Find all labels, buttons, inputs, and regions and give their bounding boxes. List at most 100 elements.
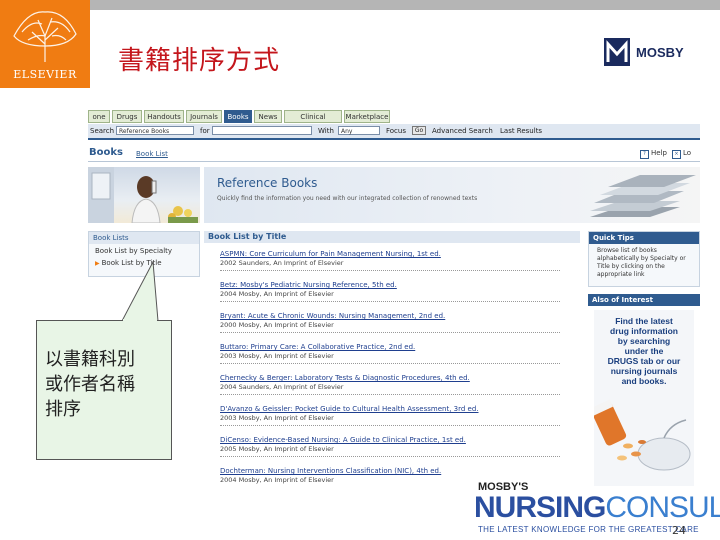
ad-line: and books. xyxy=(621,376,667,386)
book-title-link[interactable]: D'Avanzo & Geissler: Pocket Guide to Cul… xyxy=(220,405,560,413)
pills-mouse-illustration xyxy=(594,399,691,471)
tab-home[interactable]: one xyxy=(88,110,110,123)
tab-handouts[interactable]: Handouts xyxy=(144,110,184,123)
search-bar: Search Reference Books for With Any Focu… xyxy=(88,124,700,140)
book-list-link[interactable]: Book List xyxy=(136,150,168,158)
search-with-label: With xyxy=(318,127,334,135)
divider xyxy=(220,301,560,302)
ad-line: Find the latest xyxy=(615,316,673,326)
embedded-screenshot: one Drugs Handouts Journals Books News C… xyxy=(88,107,700,490)
books-heading: Books xyxy=(89,147,123,158)
elsevier-wordmark: ELSEVIER xyxy=(13,68,77,81)
divider xyxy=(220,270,560,271)
tab-books[interactable]: Books xyxy=(224,110,252,123)
nc-tagline: THE LATEST KNOWLEDGE FOR THE GREATEST CA… xyxy=(478,525,699,534)
divider xyxy=(220,332,560,333)
search-with-select[interactable]: Any xyxy=(338,126,380,135)
search-focus-label: Focus xyxy=(386,127,406,135)
ad-line: nursing journals xyxy=(610,366,678,376)
book-stack-icon xyxy=(590,175,696,217)
book-lists-panel: Book Lists Book List by Specialty ▶ Book … xyxy=(88,231,200,277)
search-go-button[interactable]: Go xyxy=(412,126,426,135)
book-title-link[interactable]: Betz: Mosby's Pediatric Nursing Referenc… xyxy=(220,281,560,289)
elsevier-logo: ELSEVIER xyxy=(0,0,90,88)
book-title-link[interactable]: DiCenso: Evidence-Based Nursing: A Guide… xyxy=(220,436,560,444)
list-item: Buttaro: Primary Care: A Collaborative P… xyxy=(220,343,560,364)
advanced-search-link[interactable]: Advanced Search xyxy=(432,126,493,136)
also-of-interest-header: Also of Interest xyxy=(588,294,700,306)
book-list-by-title-header: Book List by Title xyxy=(204,231,580,243)
book-list-specialty-label: Book List by Specialty xyxy=(95,247,173,255)
nc-wordmark: NURSINGCONSULT xyxy=(474,491,720,525)
logout-label: Lo xyxy=(683,149,692,157)
book-title-link[interactable]: Dochterman: Nursing Interventions Classi… xyxy=(220,467,560,475)
banner-subtitle: Quickly find the information you need wi… xyxy=(217,195,478,202)
book-lists-title: Book Lists xyxy=(89,232,199,244)
tab-marketplace[interactable]: Marketplace xyxy=(344,110,390,123)
search-input[interactable] xyxy=(212,126,312,135)
books-header-row: Books Book List ? Help × Lo xyxy=(88,145,700,162)
book-title-link[interactable]: Bryant: Acute & Chronic Wounds: Nursing … xyxy=(220,312,560,320)
slide-title: 書籍排序方式 xyxy=(118,46,281,76)
list-item: Bryant: Acute & Chronic Wounds: Nursing … xyxy=(220,312,560,333)
list-item: D'Avanzo & Geissler: Pocket Guide to Cul… xyxy=(220,405,560,426)
tab-clinical-updates[interactable]: Clinical Updates xyxy=(284,110,342,134)
quick-tips-panel: Quick Tips Browse list of books alphabet… xyxy=(588,231,700,287)
drug-info-ad[interactable]: Find the latest drug information by sear… xyxy=(594,310,694,486)
list-item: DiCenso: Evidence-Based Nursing: A Guide… xyxy=(220,436,560,457)
nc-word-consult: CONSULT xyxy=(605,491,720,524)
callout-line: 或作者名稱 xyxy=(45,374,135,395)
divider xyxy=(220,456,560,457)
reference-books-banner: Reference Books Quickly find the informa… xyxy=(204,167,700,223)
help-button[interactable]: ? Help xyxy=(640,149,667,159)
book-publisher: 2003 Mosby, An Imprint of Elsevier xyxy=(220,352,334,360)
divider xyxy=(220,363,560,364)
book-title-link[interactable]: ASPMN: Core Curriculum for Pain Manageme… xyxy=(220,250,560,258)
book-title-link[interactable]: Chernecky & Berger: Laboratory Tests & D… xyxy=(220,374,560,382)
mosby-logo: MOSBY xyxy=(604,38,704,66)
quick-tips-title: Quick Tips xyxy=(589,232,699,244)
tab-drugs[interactable]: Drugs xyxy=(112,110,142,123)
mosby-wordmark: MOSBY xyxy=(636,45,684,60)
annotation-callout: 以書籍科別 或作者名稱 排序 xyxy=(36,320,172,460)
ad-line: DRUGS tab or our xyxy=(607,356,681,366)
search-label: Search xyxy=(90,127,115,135)
logout-button[interactable]: × Lo xyxy=(672,149,691,159)
ad-line: drug information xyxy=(610,326,678,336)
mosby-m-icon xyxy=(604,38,630,66)
list-item: Betz: Mosby's Pediatric Nursing Referenc… xyxy=(220,281,560,302)
quick-tips-text: Browse list of books alphabetically by S… xyxy=(597,247,686,278)
list-item: ASPMN: Core Curriculum for Pain Manageme… xyxy=(220,250,560,271)
ad-line: by searching xyxy=(617,336,671,346)
callout-line: 排序 xyxy=(45,399,81,420)
book-title-link[interactable]: Buttaro: Primary Care: A Collaborative P… xyxy=(220,343,560,351)
book-publisher: 2003 Mosby, An Imprint of Elsevier xyxy=(220,414,334,422)
help-icon: ? xyxy=(640,150,649,159)
nc-word-nursing: NURSING xyxy=(474,491,606,524)
logout-icon: × xyxy=(672,150,681,159)
tab-news[interactable]: News xyxy=(254,110,282,123)
book-publisher: 2000 Mosby, An Imprint of Elsevier xyxy=(220,321,334,329)
page-number: 24 xyxy=(672,524,686,537)
list-item: Chernecky & Berger: Laboratory Tests & D… xyxy=(220,374,560,395)
tree-icon xyxy=(13,11,77,62)
book-publisher: 2004 Saunders, An Imprint of Elsevier xyxy=(220,383,344,391)
book-list-by-specialty-link[interactable]: Book List by Specialty xyxy=(95,247,172,255)
search-type-select[interactable]: Reference Books xyxy=(116,126,194,135)
book-publisher: 2004 Mosby, An Imprint of Elsevier xyxy=(220,290,334,298)
divider xyxy=(220,425,560,426)
nurse-photo-illustration xyxy=(88,167,198,223)
arrow-right-icon: ▶ xyxy=(95,260,100,267)
tab-journals[interactable]: Journals xyxy=(186,110,222,123)
last-results-link[interactable]: Last Results xyxy=(500,126,542,136)
callout-line: 以書籍科別 xyxy=(45,349,135,370)
book-publisher: 2005 Mosby, An Imprint of Elsevier xyxy=(220,445,334,453)
callout-text: 以書籍科別 或作者名稱 排序 xyxy=(45,347,169,422)
top-gray-bar xyxy=(0,0,720,10)
nurse-photo xyxy=(88,167,200,223)
book-list-by-title-link[interactable]: ▶ Book List by Title xyxy=(95,259,162,267)
book-list-title-label: Book List by Title xyxy=(101,259,162,267)
banner-title: Reference Books xyxy=(217,176,318,190)
help-label: Help xyxy=(651,149,667,157)
ad-line: under the xyxy=(624,346,664,356)
